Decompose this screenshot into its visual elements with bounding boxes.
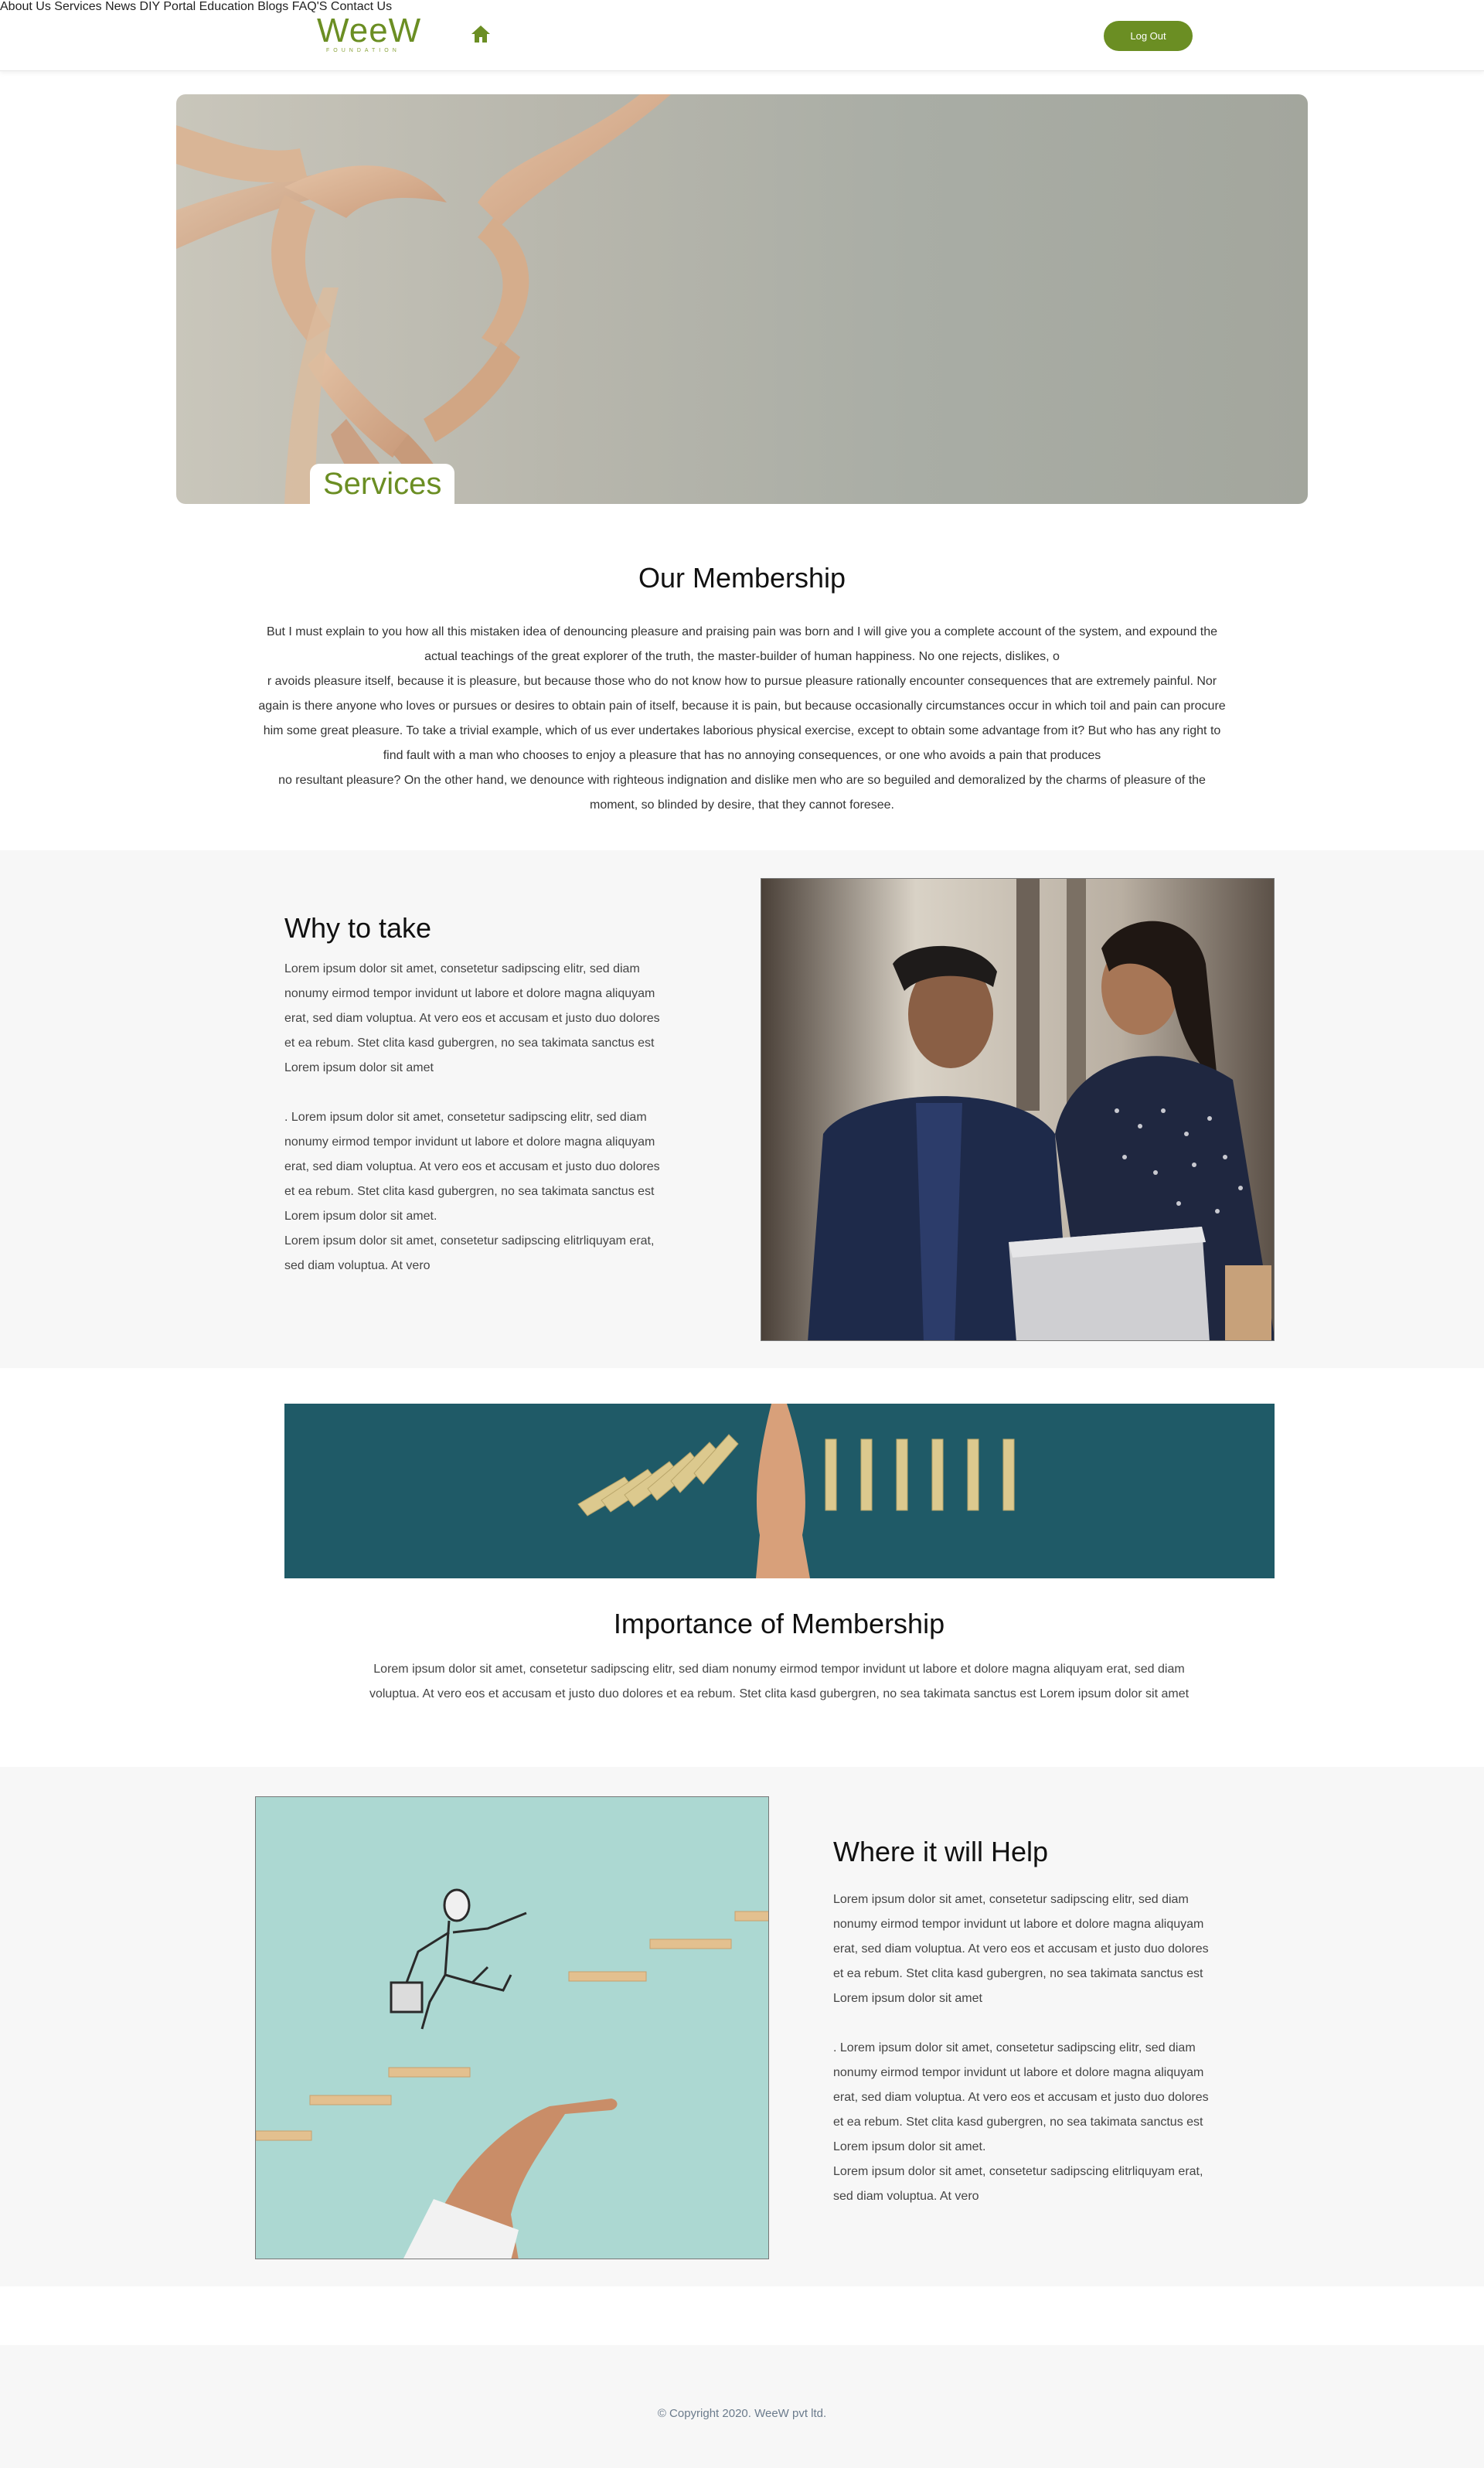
- where-heading: Where it will Help: [833, 1836, 1049, 1867]
- where-photo: [255, 1796, 769, 2259]
- nav-diy-portal[interactable]: DIY Portal: [140, 0, 196, 13]
- why-paragraph-1: Lorem ipsum dolor sit amet, consetetur s…: [284, 962, 660, 1074]
- membership-line: actual teachings of the great explorer o…: [424, 650, 1060, 663]
- why-body: Lorem ipsum dolor sit amet, consetetur s…: [284, 957, 671, 1278]
- why-paragraph-2: . Lorem ipsum dolor sit amet, consetetur…: [284, 1111, 660, 1223]
- nav-about-us[interactable]: About Us: [0, 0, 51, 13]
- home-icon[interactable]: [471, 25, 491, 43]
- membership-line: find fault with a man who chooses to enj…: [383, 749, 1101, 762]
- why-paragraph-3: Lorem ipsum dolor sit amet, consetetur s…: [284, 1234, 655, 1272]
- importance-heading: Importance of Membership: [613, 1608, 945, 1639]
- membership-text: But I must explain to you how all this m…: [232, 620, 1252, 818]
- membership-line: again is there anyone who loves or pursu…: [258, 700, 1226, 713]
- hero-banner-image: [176, 94, 1308, 504]
- why-heading: Why to take: [284, 912, 432, 944]
- nav-education[interactable]: Education: [199, 0, 254, 13]
- brand-name: WeeW: [317, 12, 422, 49]
- membership-heading: Our Membership: [638, 562, 846, 594]
- brand-logo[interactable]: WeeW FOUNDATION: [317, 14, 447, 54]
- why-photo: [761, 878, 1275, 1341]
- membership-line: no resultant pleasure? On the other hand…: [278, 774, 1206, 787]
- membership-line: r avoids pleasure itself, because it is …: [267, 675, 1217, 688]
- nav-services[interactable]: Services: [54, 0, 101, 13]
- where-body: Lorem ipsum dolor sit amet, consetetur s…: [833, 1888, 1220, 2209]
- copyright-text: © Copyright 2020. WeeW pvt ltd.: [657, 2407, 827, 2420]
- membership-line: him some great pleasure. To take a trivi…: [263, 724, 1221, 737]
- where-paragraph-1: Lorem ipsum dolor sit amet, consetetur s…: [833, 1893, 1209, 2005]
- page-title: Services: [323, 467, 442, 501]
- brand-tagline: FOUNDATION: [326, 48, 400, 53]
- where-paragraph-2: . Lorem ipsum dolor sit amet, consetetur…: [833, 2041, 1209, 2153]
- logout-button[interactable]: Log Out: [1104, 21, 1193, 51]
- importance-banner-image: [284, 1404, 1275, 1578]
- site-header: WeeW FOUNDATION About Us Services News D…: [0, 0, 1484, 71]
- importance-text: Lorem ipsum dolor sit amet, consetetur s…: [369, 1663, 1190, 1700]
- membership-line: moment, so blinded by desire, that they …: [589, 798, 894, 812]
- nav-blogs[interactable]: Blogs: [257, 0, 288, 13]
- where-paragraph-3: Lorem ipsum dolor sit amet, consetetur s…: [833, 2165, 1203, 2203]
- nav-news[interactable]: News: [105, 0, 136, 13]
- membership-line: But I must explain to you how all this m…: [266, 625, 1218, 638]
